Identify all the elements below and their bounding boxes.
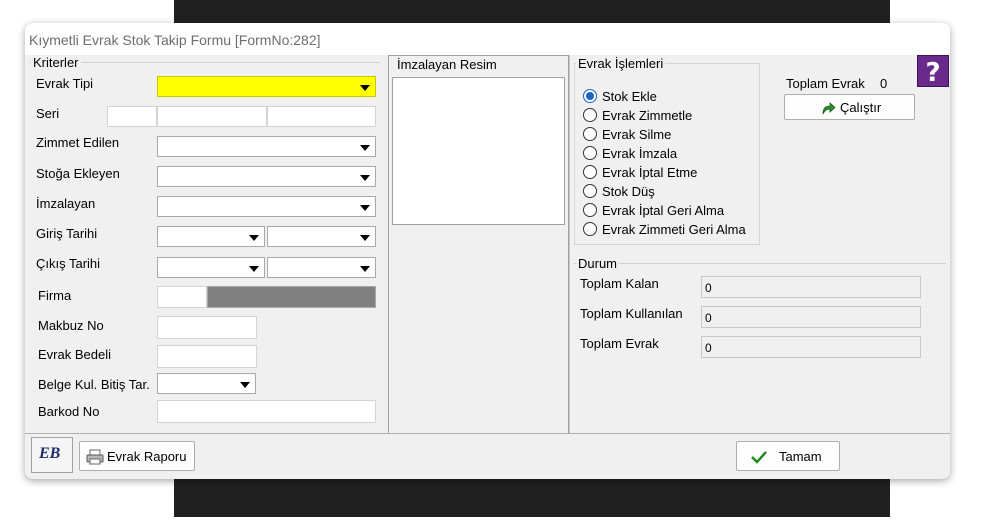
question-mark-icon: ? <box>925 58 940 88</box>
signature-image-box <box>392 77 565 225</box>
radio-label: Evrak Zimmetle <box>602 108 693 123</box>
radio-label: Evrak İmzala <box>602 146 678 161</box>
zimmet-edilen-select[interactable] <box>157 136 376 157</box>
radio-evrak-silme[interactable]: Evrak Silme <box>583 127 763 145</box>
chevron-down-icon <box>249 266 259 272</box>
kriterler-group-title: Kriterler <box>31 55 81 70</box>
calistir-label: Çalıştır <box>840 100 882 115</box>
zimmet-edilen-label: Zimmet Edilen <box>36 135 120 150</box>
evrak-bedeli-input[interactable] <box>157 345 257 368</box>
belge-kul-bitis-label: Belge Kul. Bitiş Tar. <box>38 377 150 392</box>
giris-tarihi-end-date[interactable] <box>267 226 376 247</box>
radio-button[interactable] <box>583 203 597 217</box>
seri-start-input[interactable] <box>157 106 267 127</box>
firma-name-field <box>207 286 376 308</box>
radio-label: Evrak Zimmeti Geri Alma <box>602 222 746 237</box>
barkod-no-label: Barkod No <box>38 404 100 419</box>
cikis-tarihi-start-date[interactable] <box>157 257 265 278</box>
radio-label: Evrak Silme <box>602 127 672 142</box>
logo-text: EB <box>39 445 61 462</box>
radio-button[interactable] <box>583 165 597 179</box>
app-logo: EB <box>31 437 73 473</box>
stoga-ekleyen-select[interactable] <box>157 166 376 187</box>
radio-label: Evrak İptal Geri Alma <box>602 203 725 218</box>
printer-icon <box>86 449 104 465</box>
durum-group-line <box>574 263 946 264</box>
radio-button-selected[interactable] <box>583 89 597 103</box>
radio-label: Stok Düş <box>602 184 655 199</box>
durum-toplam-evrak-field: 0 <box>701 336 921 358</box>
radio-stok-dus[interactable]: Stok Düş <box>583 184 763 202</box>
durum-toplam-evrak-label: Toplam Evrak <box>580 336 659 351</box>
toplam-kalan-label: Toplam Kalan <box>580 276 659 291</box>
radio-evrak-imzala[interactable]: Evrak İmzala <box>583 146 763 164</box>
radio-evrak-iptal-etme[interactable]: Evrak İptal Etme <box>583 165 763 183</box>
durum-group-title: Durum <box>576 256 620 271</box>
cikis-tarihi-label: Çıkış Tarihi <box>36 256 101 271</box>
chevron-down-icon <box>240 382 250 388</box>
seri-end-input[interactable] <box>267 106 376 127</box>
checkmark-icon <box>751 451 767 464</box>
seri-label: Seri <box>36 106 60 121</box>
window-title: Kıymetli Evrak Stok Takip Formu [FormNo:… <box>29 32 321 48</box>
radio-button[interactable] <box>583 127 597 141</box>
makbuz-no-label: Makbuz No <box>38 318 104 333</box>
imzalayan-select[interactable] <box>157 196 376 217</box>
radio-button[interactable] <box>583 146 597 160</box>
radio-evrak-zimmeti-geri-alma[interactable]: Evrak Zimmeti Geri Alma <box>583 222 763 240</box>
toplam-kullanilan-label: Toplam Kullanılan <box>580 306 683 321</box>
stoga-ekleyen-label: Stoğa Ekleyen <box>36 166 120 181</box>
firma-label: Firma <box>38 288 72 303</box>
firma-code-input[interactable] <box>157 286 207 308</box>
toplam-evrak-value: 0 <box>880 76 888 91</box>
panel-divider <box>569 55 570 434</box>
chevron-down-icon <box>360 175 370 181</box>
evrak-raporu-button[interactable]: Evrak Raporu <box>79 441 195 471</box>
imzalayan-resim-title: İmzalayan Resim <box>397 57 497 72</box>
help-icon[interactable]: ? <box>917 55 949 88</box>
operation-radio-group: Stok Ekle Evrak Zimmetle Evrak Silme Evr… <box>583 89 763 249</box>
tamam-label: Tamam <box>779 449 822 464</box>
evrak-raporu-label: Evrak Raporu <box>107 449 187 464</box>
kriterler-group-line <box>29 62 380 63</box>
radio-stok-ekle[interactable]: Stok Ekle <box>583 89 763 107</box>
toplam-evrak-label: Toplam Evrak <box>786 76 865 91</box>
radio-label: Stok Ekle <box>602 89 657 104</box>
radio-evrak-zimmetle[interactable]: Evrak Zimmetle <box>583 108 763 126</box>
tamam-button[interactable]: Tamam <box>736 441 840 471</box>
chevron-down-icon <box>249 235 259 241</box>
title-bar: Kıymetli Evrak Stok Takip Formu [FormNo:… <box>25 23 950 55</box>
radio-button[interactable] <box>583 222 597 236</box>
seri-prefix-input[interactable] <box>107 106 157 127</box>
imzalayan-label: İmzalayan <box>36 196 96 211</box>
calistir-button[interactable]: Çalıştır <box>784 94 915 120</box>
main-window: Kıymetli Evrak Stok Takip Formu [FormNo:… <box>25 23 950 479</box>
radio-label: Evrak İptal Etme <box>602 165 698 180</box>
barkod-no-input[interactable] <box>157 400 376 423</box>
giris-tarihi-label: Giriş Tarihi <box>36 226 98 241</box>
toplam-kalan-field: 0 <box>701 276 921 298</box>
belge-kul-bitis-date[interactable] <box>157 373 256 394</box>
arrow-redo-icon <box>822 102 836 115</box>
chevron-down-icon <box>360 235 370 241</box>
footer-divider <box>25 433 950 434</box>
radio-button[interactable] <box>583 108 597 122</box>
chevron-down-icon <box>360 266 370 272</box>
radio-evrak-iptal-geri-alma[interactable]: Evrak İptal Geri Alma <box>583 203 763 221</box>
cikis-tarihi-end-date[interactable] <box>267 257 376 278</box>
chevron-down-icon <box>360 205 370 211</box>
evrak-tipi-select[interactable] <box>157 76 376 97</box>
makbuz-no-input[interactable] <box>157 316 257 339</box>
radio-button[interactable] <box>583 184 597 198</box>
evrak-tipi-label: Evrak Tipi <box>36 76 94 91</box>
chevron-down-icon <box>360 145 370 151</box>
evrak-bedeli-label: Evrak Bedeli <box>38 347 111 362</box>
toplam-kullanilan-field: 0 <box>701 306 921 328</box>
svg-text:?: ? <box>925 58 940 86</box>
chevron-down-icon <box>360 85 370 91</box>
evrak-islemleri-title: Evrak İşlemleri <box>576 56 666 71</box>
giris-tarihi-start-date[interactable] <box>157 226 265 247</box>
